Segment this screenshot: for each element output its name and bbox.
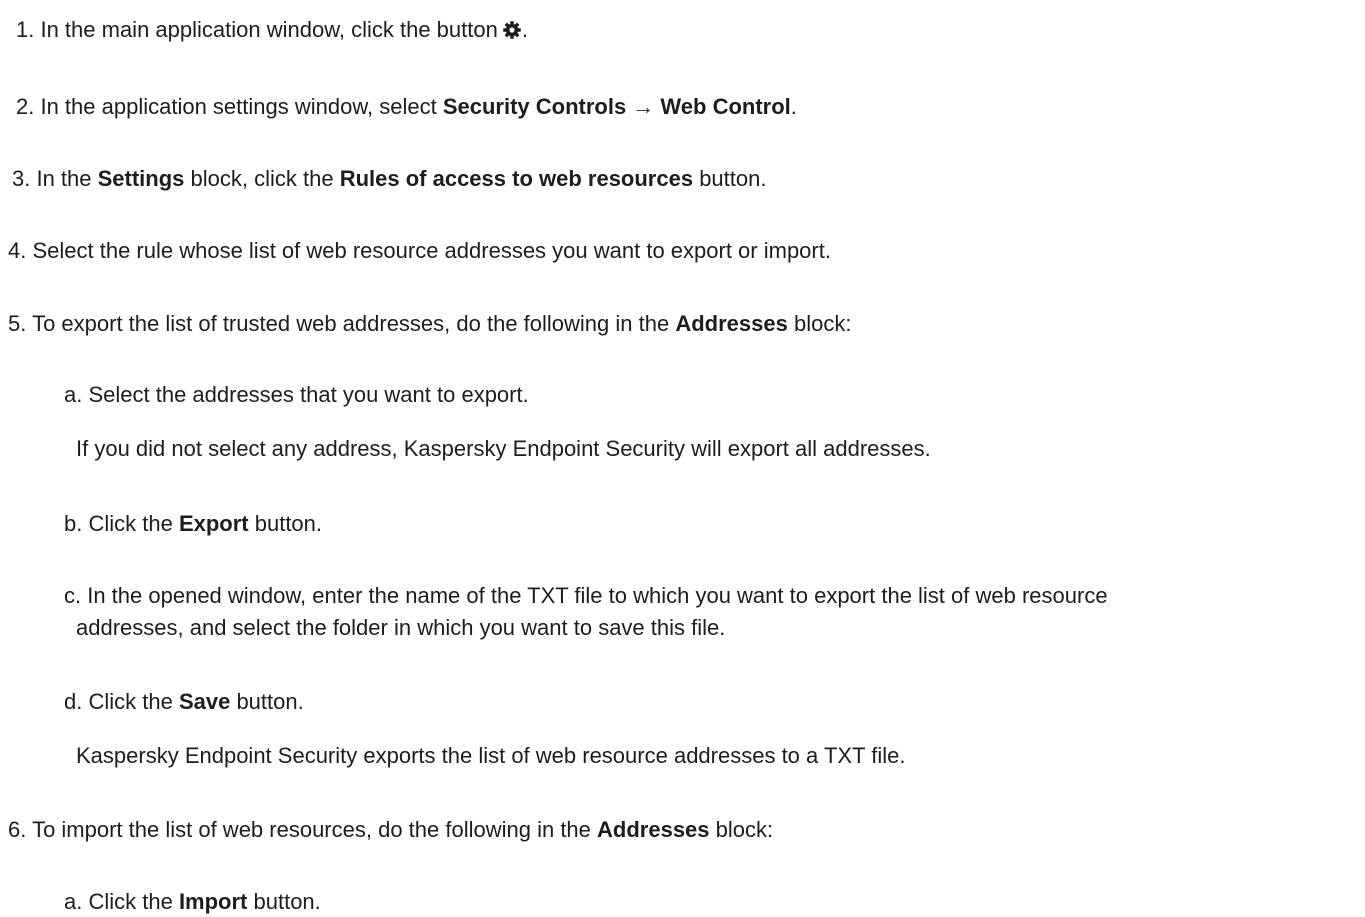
step-2: 2. In the application settings window, s… [16, 94, 797, 119]
step-4: 4. Select the rule whose list of web res… [8, 238, 831, 263]
step-5a-note: If you did not select any address, Kaspe… [76, 436, 931, 461]
step-1: 1. In the main application window, click… [16, 17, 528, 42]
step-6: 6. To import the list of web resources, … [8, 817, 774, 842]
ui-term: Settings [97, 166, 185, 191]
step-5c: c. In the opened window, enter the name … [64, 583, 1108, 608]
step-5d-note: Kaspersky Endpoint Security exports the … [76, 743, 906, 768]
ui-term: Rules of access to web resources [339, 166, 694, 191]
step-5c-cont: addresses, and select the folder in whic… [76, 615, 726, 640]
ui-term: Save [178, 689, 231, 714]
ui-term: Addresses [597, 817, 710, 842]
ui-term: Export [178, 511, 249, 536]
step-3: 3. In the Settings block, click the Rule… [12, 166, 767, 191]
ui-term: Addresses [675, 311, 788, 336]
ui-term: Import [178, 889, 248, 914]
step-5a: a. Select the addresses that you want to… [64, 382, 529, 407]
ui-term: Security Controls [442, 94, 627, 119]
step-5d: d. Click the Save button. [64, 689, 304, 714]
ui-term: Web Control [660, 94, 791, 119]
step-6a: a. Click the Import button. [64, 889, 321, 914]
step-5b: b. Click the Export button. [64, 511, 323, 536]
gear-icon [502, 20, 522, 40]
step-5: 5. To export the list of trusted web add… [8, 311, 852, 336]
